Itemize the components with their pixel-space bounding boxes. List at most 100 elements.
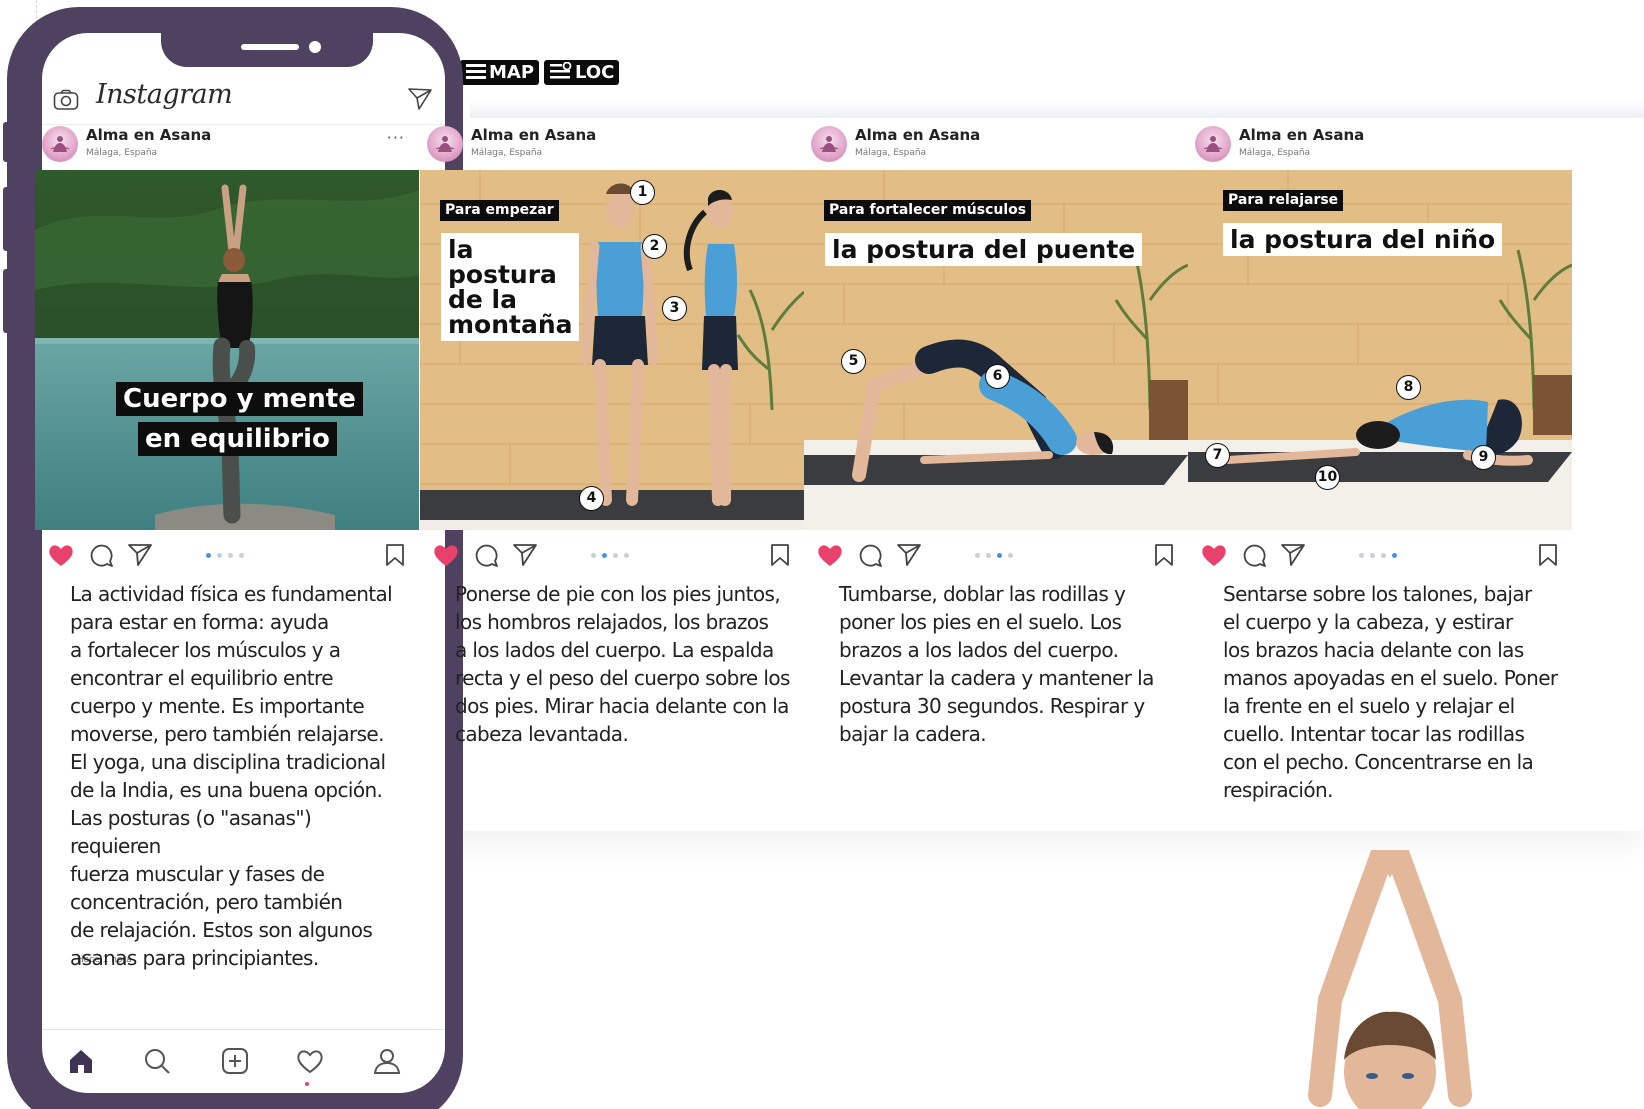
carousel-dot (975, 553, 980, 558)
carousel-dot (591, 553, 596, 558)
map-badge-label: MAP (489, 62, 535, 83)
search-icon[interactable] (142, 1046, 172, 1076)
post-caption: Ponerse de pie con los pies juntos, los … (455, 582, 790, 746)
post-title-line-2: en equilibrio (138, 422, 337, 456)
post-caption: La actividad física es fundamental para … (70, 582, 393, 970)
bookmark-icon[interactable] (1538, 543, 1558, 567)
carousel-dot (986, 553, 991, 558)
post-actions (35, 538, 419, 574)
profile-icon[interactable] (372, 1046, 402, 1076)
home-icon[interactable] (66, 1046, 96, 1076)
bridge-pose-image (804, 170, 1188, 530)
side-button-volume-down (3, 269, 13, 333)
post-title: la postura del niño (1223, 223, 1503, 256)
carousel-dot (1392, 553, 1397, 558)
post-title: la postura de la montaña (441, 233, 579, 341)
avatar[interactable] (427, 126, 463, 162)
post-photo[interactable]: Para relajarse la postura del niño 7 8 9… (1188, 170, 1572, 530)
add-icon[interactable] (220, 1046, 250, 1076)
heart-icon[interactable] (47, 542, 75, 568)
post-location[interactable]: Málaga, España (1239, 148, 1310, 158)
mountain-pose-image (420, 170, 804, 530)
avatar[interactable] (811, 126, 847, 162)
carousel-dot (613, 553, 618, 558)
step-number: 4 (579, 486, 604, 511)
comment-icon[interactable] (473, 542, 499, 568)
lotus-icon (50, 136, 70, 152)
post-actions (420, 538, 804, 574)
carousel-dots (206, 553, 246, 559)
comment-icon[interactable] (857, 542, 883, 568)
post-title: la postura del puente (825, 233, 1143, 266)
activity-icon[interactable] (295, 1046, 325, 1076)
step-number: 2 (642, 234, 667, 259)
post-header: Alma en Asana Málaga, España (420, 118, 804, 170)
carousel-dot (217, 553, 222, 558)
post-location[interactable]: Málaga, España (86, 148, 157, 158)
lotus-icon (819, 136, 839, 152)
account-name[interactable]: Alma en Asana (855, 126, 980, 144)
share-icon[interactable] (1280, 542, 1306, 568)
step-number: 5 (841, 349, 866, 374)
comment-icon[interactable] (1241, 542, 1267, 568)
side-button-silent (3, 122, 13, 162)
carousel-dots (1359, 553, 1399, 559)
share-icon[interactable] (512, 542, 538, 568)
step-number: 3 (662, 296, 687, 321)
share-icon[interactable] (896, 542, 922, 568)
more-icon[interactable]: ··· (387, 128, 405, 147)
heart-icon[interactable] (1200, 542, 1228, 568)
share-icon[interactable] (127, 542, 153, 568)
lake-yoga-image (35, 170, 419, 530)
post-header: Alma en Asana Málaga, España (1188, 118, 1572, 170)
carousel-dot (602, 553, 607, 558)
lotus-icon (435, 136, 455, 152)
carousel-dots (591, 553, 631, 559)
loc-badge-label: LOC (575, 62, 615, 83)
bookmark-icon[interactable] (770, 543, 790, 567)
phone-front-camera (309, 41, 321, 53)
post-photo[interactable]: Para fortalecer músculos la postura del … (804, 170, 1188, 530)
heart-icon[interactable] (816, 542, 844, 568)
menu-icon (466, 64, 486, 79)
panel-shadow (470, 100, 1644, 118)
bookmark-icon[interactable] (385, 543, 405, 567)
step-number: 8 (1396, 375, 1421, 400)
carousel-dot (997, 553, 1002, 558)
step-number: 9 (1471, 445, 1496, 470)
carousel-dot (1008, 553, 1013, 558)
carousel-dot (1381, 553, 1386, 558)
step-number: 6 (985, 364, 1010, 389)
avatar[interactable] (42, 126, 78, 162)
avatar[interactable] (1195, 126, 1231, 162)
map-badge[interactable]: MAP (460, 60, 540, 85)
account-name[interactable]: Alma en Asana (1239, 126, 1364, 144)
post-location[interactable]: Málaga, España (471, 148, 542, 158)
post-photo[interactable]: Cuerpo y mente en equilibrio (35, 170, 419, 530)
bookmark-icon[interactable] (1154, 543, 1174, 567)
carousel-dot (239, 553, 244, 558)
lotus-icon (1203, 136, 1223, 152)
post-header: Alma en Asana Málaga, España ··· (35, 118, 419, 170)
step-number: 10 (1315, 465, 1340, 490)
phone-notch (161, 33, 373, 67)
post-header: Alma en Asana Málaga, España (804, 118, 1188, 170)
post-photo[interactable]: Para empezar la postura de la montaña 1 … (420, 170, 804, 530)
carousel-dot (206, 553, 211, 558)
bottom-nav (42, 1029, 445, 1093)
activity-notification-dot (305, 1082, 309, 1086)
post-actions (804, 538, 1188, 574)
camera-icon[interactable] (53, 89, 79, 111)
send-icon[interactable] (407, 87, 433, 111)
heart-icon[interactable] (432, 542, 460, 568)
carousel-dot (1359, 553, 1364, 558)
account-name[interactable]: Alma en Asana (86, 126, 211, 144)
account-name[interactable]: Alma en Asana (471, 126, 596, 144)
comment-icon[interactable] (88, 542, 114, 568)
carousel-dot (1370, 553, 1375, 558)
loc-badge[interactable]: LOC (544, 60, 620, 85)
post-location[interactable]: Málaga, España (855, 148, 926, 158)
post-tag: Para empezar (440, 200, 559, 221)
post-1: Alma en Asana Málaga, España ··· Cuerpo … (35, 118, 419, 970)
carousel-dot (624, 553, 629, 558)
